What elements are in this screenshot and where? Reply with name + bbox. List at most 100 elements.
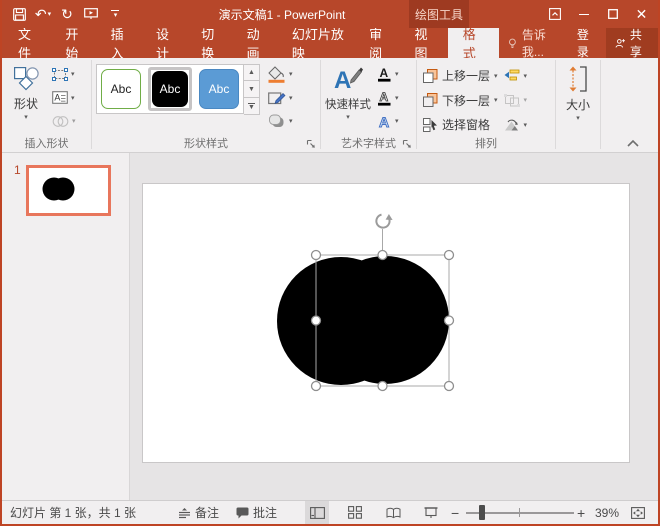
bring-forward-caret-icon: ▾ <box>494 72 498 80</box>
tab-view[interactable]: 视图 <box>402 28 447 58</box>
slide-canvas-area <box>130 153 658 500</box>
save-button[interactable] <box>8 2 30 26</box>
tab-transitions[interactable]: 切换 <box>189 28 234 58</box>
shape-effects-icon <box>268 114 286 128</box>
view-slide-sorter-button[interactable] <box>343 501 367 524</box>
context-tab-header: 绘图工具 <box>409 0 469 28</box>
share-button[interactable]: 共享 <box>606 28 658 58</box>
size-button[interactable]: 大小 ▾ <box>566 61 590 137</box>
slide-number: 1 <box>14 163 21 177</box>
selection-pane-button[interactable]: 选择窗格 <box>423 114 498 135</box>
tab-home[interactable]: 开始 <box>53 28 98 58</box>
shape-styles-dialog-launcher[interactable] <box>306 139 317 150</box>
tab-review[interactable]: 审阅 <box>357 28 402 58</box>
send-backward-button[interactable]: 下移一层 ▾ <box>423 90 498 111</box>
zoom-in-button[interactable]: + <box>577 501 585 524</box>
view-reading-icon <box>386 507 401 519</box>
shape-style-chip-3[interactable]: Abc <box>199 69 239 109</box>
notes-icon <box>178 507 191 519</box>
collapse-ribbon-button[interactable] <box>626 138 640 148</box>
shape-outline-button[interactable]: ▾ <box>266 88 295 108</box>
wordart-format-buttons: A ▾ A ▾ A <box>375 61 401 137</box>
shape-style-chip-1[interactable]: Abc <box>101 69 141 109</box>
minimize-button[interactable] <box>569 0 598 28</box>
undo-button[interactable]: ↶▾ <box>32 2 54 26</box>
gallery-scroll-down-button[interactable]: ▼ <box>244 81 260 98</box>
gallery-scroll-up-button[interactable]: ▲ <box>244 64 260 81</box>
rotate-button[interactable]: ▾ <box>504 114 528 135</box>
tab-animations[interactable]: 动画 <box>235 28 280 58</box>
tab-slideshow[interactable]: 幻灯片放映 <box>280 28 357 58</box>
notes-button[interactable]: 备注 <box>178 501 219 524</box>
share-label: 共享 <box>630 26 649 60</box>
bring-forward-button[interactable]: 上移一层 ▾ <box>423 65 498 86</box>
edit-shape-button[interactable]: ▾ <box>50 64 78 84</box>
view-slideshow-button[interactable] <box>419 501 443 524</box>
shapes-button[interactable]: 形状 ▾ <box>2 61 50 137</box>
align-button[interactable]: ▾ <box>504 65 528 86</box>
freeform-shape[interactable] <box>277 256 449 385</box>
shape-outline-caret-icon: ▾ <box>289 94 293 102</box>
maximize-button[interactable] <box>598 0 627 28</box>
tab-design[interactable]: 设计 <box>144 28 189 58</box>
shape-fill-button[interactable]: ▾ <box>266 64 295 84</box>
text-fill-button[interactable]: A ▾ <box>375 64 401 84</box>
resize-handle-w[interactable] <box>312 316 321 325</box>
customize-qat-button[interactable]: ▾ <box>104 2 126 26</box>
minimize-icon <box>579 14 589 15</box>
insert-shapes-small-buttons: ▾ A ▾ <box>50 61 78 137</box>
tab-insert[interactable]: 插入 <box>99 28 144 58</box>
rotation-handle[interactable] <box>376 214 392 228</box>
zoom-slider-thumb[interactable] <box>479 505 485 520</box>
text-outline-button[interactable]: A ▾ <box>375 88 401 108</box>
slide-thumbnail-1[interactable] <box>26 165 111 216</box>
group-label-shape-styles: 形状样式 <box>92 137 320 152</box>
workspace: 1 <box>2 153 658 500</box>
gallery-more-button[interactable]: ▼ <box>244 98 260 115</box>
start-slideshow-button[interactable] <box>80 2 102 26</box>
text-effects-button[interactable]: A ▾ <box>375 111 401 131</box>
fit-to-window-button[interactable] <box>626 501 650 524</box>
repeat-icon: ↻ <box>61 6 73 23</box>
comments-button[interactable]: 批注 <box>236 501 277 524</box>
resize-handle-se[interactable] <box>445 382 454 391</box>
ribbon-display-options-button[interactable] <box>540 0 569 28</box>
zoom-out-button[interactable]: − <box>451 501 459 524</box>
tab-format[interactable]: 格式 <box>448 28 499 58</box>
resize-handle-s[interactable] <box>378 382 387 391</box>
resize-handle-sw[interactable] <box>312 382 321 391</box>
wordart-styles-dialog-launcher[interactable] <box>402 139 413 150</box>
view-normal-button[interactable] <box>305 501 329 524</box>
group-wordart-styles: A 快速样式 ▾ A ▾ <box>321 58 416 152</box>
group-arrange: 上移一层 ▾ 下移一层 ▾ <box>417 58 555 152</box>
ribbon: 形状 ▾ ▾ <box>2 58 658 153</box>
svg-text:A: A <box>380 66 389 80</box>
tell-me-button[interactable]: 告诉我... <box>499 28 568 58</box>
close-button[interactable]: ✕ <box>627 0 656 28</box>
merge-shapes-button[interactable]: ▾ <box>50 111 78 131</box>
svg-text:A: A <box>380 90 389 104</box>
sign-in-button[interactable]: 登录 <box>568 28 606 58</box>
group-objects-button[interactable]: ▾ <box>504 90 528 111</box>
svg-text:A: A <box>54 93 60 103</box>
close-icon: ✕ <box>636 6 648 23</box>
zoom-level[interactable]: 39% <box>595 501 619 524</box>
shape-style-chip-2-selected[interactable]: Abc <box>148 67 192 111</box>
group-label-arrange: 排列 <box>417 137 555 152</box>
title-bar: ↶▾ ↻ ▾ 演示文稿1 - PowerPoint 绘图工具 <box>2 0 658 28</box>
text-effects-caret-icon: ▾ <box>395 117 399 125</box>
resize-handle-n[interactable] <box>378 251 387 260</box>
resize-handle-ne[interactable] <box>445 251 454 260</box>
selection-pane-label: 选择窗格 <box>442 116 490 133</box>
merge-shapes-caret-icon: ▾ <box>72 117 76 125</box>
tab-file[interactable]: 文件 <box>4 28 53 58</box>
view-reading-button[interactable] <box>381 501 405 524</box>
text-box-button[interactable]: A ▾ <box>50 88 78 108</box>
quick-styles-label: 快速样式 <box>325 96 371 112</box>
resize-handle-e[interactable] <box>445 316 454 325</box>
quick-styles-button[interactable]: A 快速样式 ▾ <box>321 61 375 137</box>
lightbulb-icon <box>508 37 517 50</box>
repeat-button[interactable]: ↻ <box>56 2 78 26</box>
shape-effects-button[interactable]: ▾ <box>266 111 295 131</box>
resize-handle-nw[interactable] <box>312 251 321 260</box>
